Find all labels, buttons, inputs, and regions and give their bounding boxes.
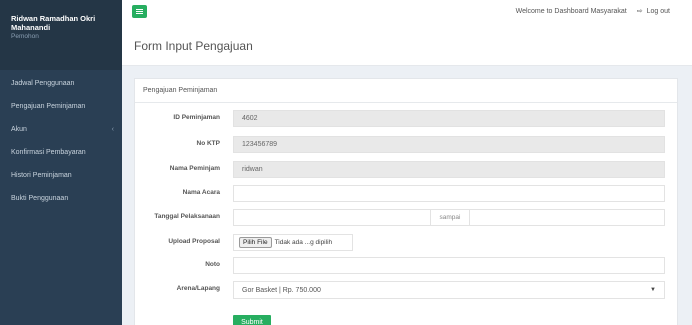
tanggal-separator: sampai [431,209,469,226]
sidebar-item-label: Histori Peminjaman [11,172,72,179]
row-noto: Noto [135,257,679,274]
user-role: Pemohon [11,33,39,40]
tanggal-pelaksanaan-label: Tanggal Pelaksanaan [154,213,220,220]
submit-button[interactable]: Submit [233,315,271,325]
row-tanggal-pelaksanaan: Tanggal Pelaksanaan sampai [135,209,679,226]
page-title: Form Input Pengajuan [134,39,253,53]
caret-down-icon: ▼ [650,287,656,293]
row-no-ktp: No KTP 123456789 [135,136,679,153]
sidebar-item-bukti-penggunaan[interactable]: Bukti Penggunaan [0,187,122,210]
sidebar: Ridwan Ramadhan Okri Mahanandi Pemohon J… [0,0,122,325]
menu-toggle-button[interactable] [132,5,147,18]
form-panel: Pengajuan Peminjaman ID Peminjaman 4602 … [134,78,678,325]
sidebar-profile: Ridwan Ramadhan Okri Mahanandi Pemohon [0,0,122,70]
sidebar-item-label: Pengajuan Peminjaman [11,103,86,110]
choose-file-button[interactable]: Pilih File [239,237,272,248]
upload-proposal-label: Upload Proposal [168,238,220,245]
sidebar-item-label: Akun [11,126,27,133]
noto-input[interactable] [233,257,665,274]
noto-label: Noto [205,261,220,268]
tanggal-selesai-input[interactable] [469,209,665,226]
nama-peminjam-field: ridwan [233,161,665,178]
tanggal-mulai-input[interactable] [233,209,431,226]
row-nama-acara: Nama Acara [135,185,679,202]
row-arena: Arena/Lapang Gor Basket | Rp. 750.000 ▼ [135,281,679,299]
sidebar-item-label: Bukti Penggunaan [11,195,69,202]
no-ktp-label: No KTP [196,140,220,147]
sidebar-item-histori-peminjaman[interactable]: Histori Peminjaman [0,164,122,187]
arena-label: Arena/Lapang [176,285,220,292]
no-ktp-field: 123456789 [233,136,665,153]
row-upload-proposal: Upload Proposal Pilih File Tidak ada ...… [135,234,679,251]
chevron-left-icon: ‹ [111,126,114,133]
hamburger-icon [136,9,143,14]
sidebar-item-label: Jadwal Penggunaan [11,80,75,87]
id-peminjaman-label: ID Peminjaman [173,114,220,121]
page-header: Form Input Pengajuan [122,27,692,66]
sidebar-menu: Jadwal Penggunaan Pengajuan Peminjaman A… [0,72,122,210]
nama-acara-input[interactable] [233,185,665,202]
topbar-right: Welcome to Dashboard Masyarakat ⇨ Log ou… [515,7,670,16]
logout-link[interactable]: ⇨ Log out [636,7,670,16]
file-status: Tidak ada ...g dipilih [274,239,333,246]
topbar: Welcome to Dashboard Masyarakat ⇨ Log ou… [122,0,692,27]
id-peminjaman-field: 4602 [233,110,665,127]
sidebar-item-konfirmasi-pembayaran[interactable]: Konfirmasi Pembayaran [0,141,122,164]
arena-selected-value: Gor Basket | Rp. 750.000 [242,286,321,294]
arena-select[interactable]: Gor Basket | Rp. 750.000 ▼ [233,281,665,299]
panel-heading: Pengajuan Peminjaman [135,79,677,103]
sidebar-item-pengajuan-peminjaman[interactable]: Pengajuan Peminjaman [0,95,122,118]
sidebar-item-label: Konfirmasi Pembayaran [11,149,86,156]
sidebar-item-jadwal-penggunaan[interactable]: Jadwal Penggunaan [0,72,122,95]
proposal-file-input[interactable]: Pilih File Tidak ada ...g dipilih [233,234,353,251]
user-name: Ridwan Ramadhan Okri Mahanandi [11,14,96,32]
logout-icon: ⇨ [636,8,643,15]
sidebar-item-akun[interactable]: Akun ‹ [0,118,122,141]
welcome-text: Welcome to Dashboard Masyarakat [515,7,627,15]
row-nama-peminjam: Nama Peminjam ridwan [135,161,679,178]
row-id-peminjaman: ID Peminjaman 4602 [135,110,679,127]
nama-acara-label: Nama Acara [182,189,220,196]
logout-label: Log out [646,7,670,15]
nama-peminjam-label: Nama Peminjam [169,165,220,172]
